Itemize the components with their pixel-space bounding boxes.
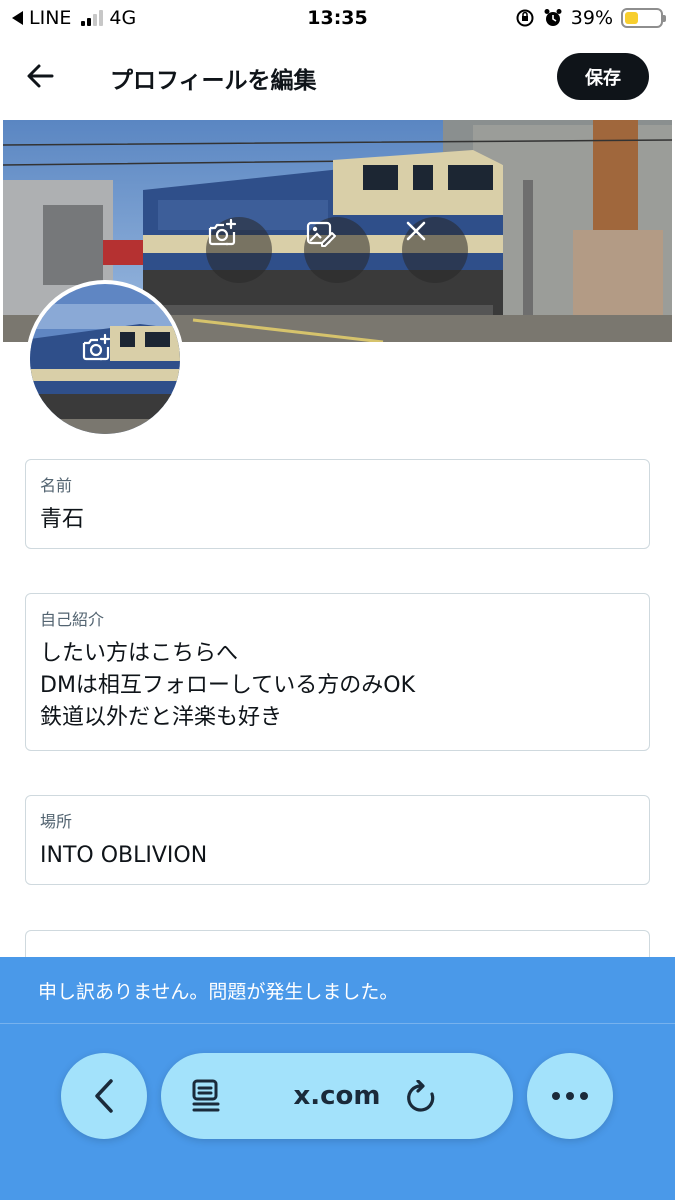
chevron-left-icon — [95, 1079, 113, 1113]
address-bar[interactable]: x.com — [161, 1053, 513, 1139]
error-toast: 申し訳ありません。問題が発生しました。 — [0, 957, 675, 1023]
camera-plus-icon — [208, 218, 237, 246]
avatar-camera-button[interactable] — [80, 332, 132, 384]
more-icon — [552, 1092, 588, 1100]
close-icon — [406, 221, 426, 241]
page-title: プロフィールを編集 — [110, 68, 317, 94]
alarm-icon — [544, 9, 562, 26]
avatar[interactable] — [26, 280, 184, 438]
bio-value[interactable]: したい方はこちらへ DMは相互フォローしている方のみOK 鉄道以外だと洋楽も好き — [40, 638, 635, 734]
url-text[interactable]: x.com — [293, 1081, 380, 1111]
location-field[interactable]: 場所 INTO OBLIVION — [25, 795, 650, 885]
reload-icon[interactable] — [405, 1080, 437, 1114]
orientation-lock-icon — [516, 9, 534, 27]
save-button[interactable]: 保存 — [557, 53, 649, 100]
banner-camera-button[interactable] — [206, 217, 272, 283]
browser-toolbar: x.com — [0, 1023, 675, 1200]
name-field[interactable]: 名前 青石 — [25, 459, 650, 549]
name-label: 名前 — [40, 476, 73, 495]
name-value[interactable]: 青石 — [40, 504, 635, 536]
error-message: 申し訳ありません。問題が発生しました。 — [38, 981, 399, 1003]
battery-percent: 39% — [570, 7, 613, 29]
camera-plus-icon — [82, 333, 111, 361]
arrow-left-icon[interactable] — [22, 58, 58, 94]
header: プロフィールを編集 保存 — [0, 40, 675, 114]
battery-icon — [621, 8, 666, 28]
bio-field[interactable]: 自己紹介 したい方はこちらへ DMは相互フォローしている方のみOK 鉄道以外だと… — [25, 593, 650, 751]
reader-icon[interactable] — [191, 1079, 221, 1113]
browser-back-button[interactable] — [61, 1053, 147, 1139]
banner-remove-button[interactable] — [402, 217, 468, 283]
image-edit-icon — [306, 221, 336, 247]
banner-edit-button[interactable] — [304, 217, 370, 283]
location-label: 場所 — [40, 812, 73, 831]
browser-more-button[interactable] — [527, 1053, 613, 1139]
status-right: 39% — [515, 7, 666, 29]
bio-label: 自己紹介 — [40, 610, 105, 629]
location-value[interactable]: INTO OBLIVION — [40, 840, 635, 872]
status-bar: LINE 4G 13:35 39% — [0, 0, 675, 38]
